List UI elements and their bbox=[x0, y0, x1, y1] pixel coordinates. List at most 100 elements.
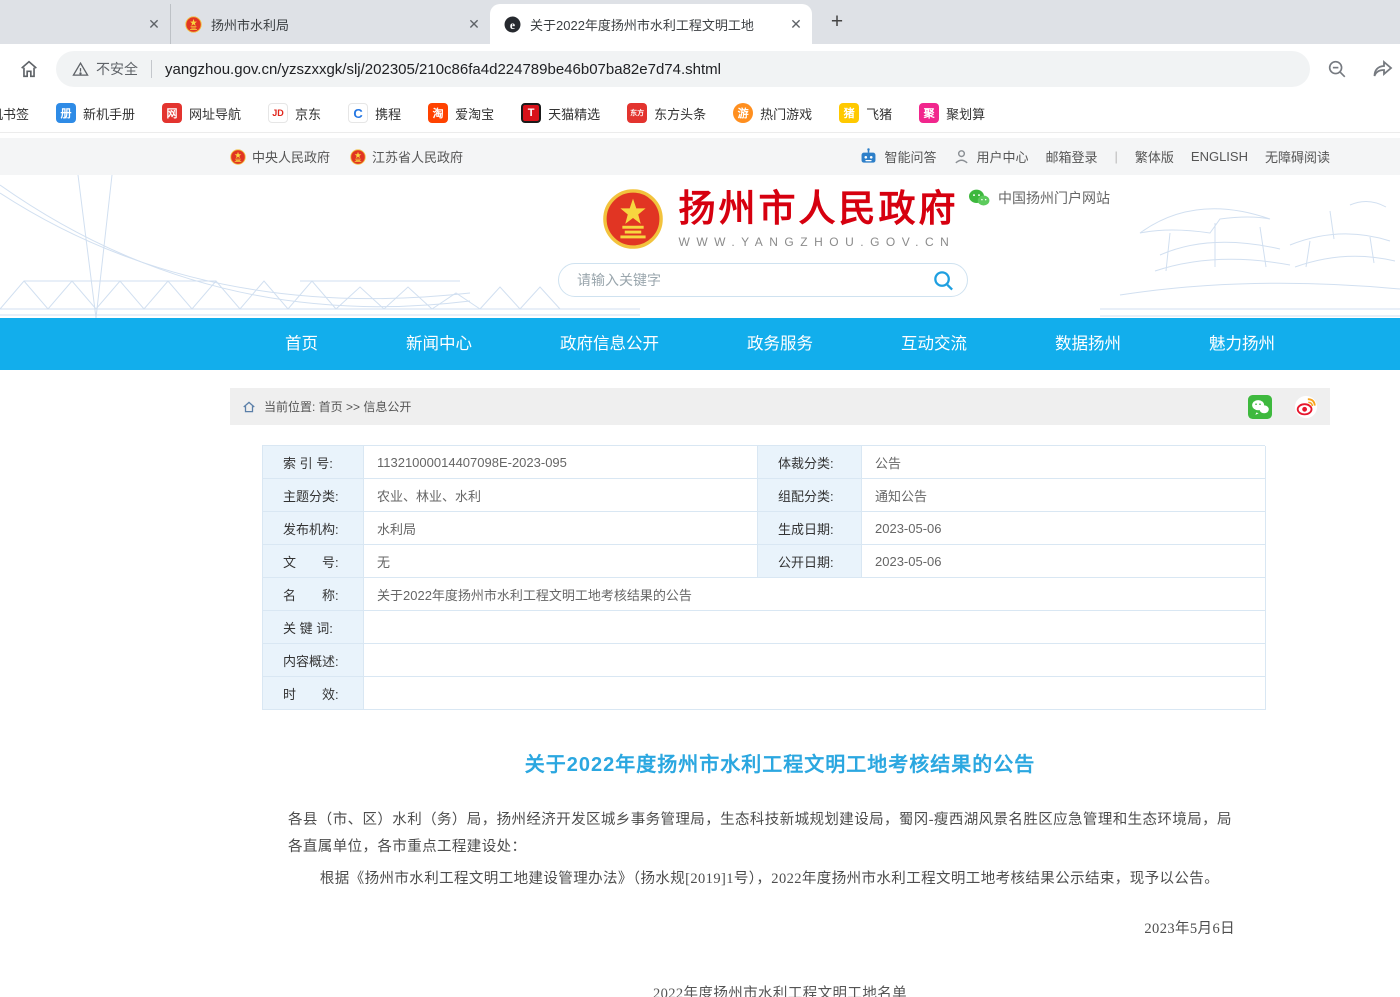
breadcrumb: 当前位置: 首页 >> 信息公开 bbox=[230, 388, 1330, 425]
bookmark-item[interactable]: T 天猫精选 bbox=[521, 103, 600, 123]
bookmark-item[interactable]: 猪 飞猪 bbox=[839, 103, 892, 123]
nav-item-home[interactable]: 首页 bbox=[285, 318, 318, 370]
site-title: 扬州市人民政府 bbox=[679, 189, 959, 230]
weibo-share-icon[interactable] bbox=[1294, 395, 1318, 419]
info-label: 公开日期: bbox=[758, 545, 862, 578]
omnibox-divider bbox=[151, 60, 152, 78]
bookmark-item[interactable]: 游 热门游戏 bbox=[733, 103, 812, 123]
info-label: 体裁分类: bbox=[758, 446, 862, 479]
bookmark-item[interactable]: C 携程 bbox=[348, 103, 401, 123]
zoom-out-icon[interactable] bbox=[1322, 54, 1352, 84]
bookmark-icon: 东方 bbox=[627, 103, 647, 123]
address-bar[interactable]: 不安全 yangzhou.gov.cn/yzszxxgk/slj/202305/… bbox=[56, 51, 1310, 87]
portal-label: 中国扬州门户网站 bbox=[998, 188, 1110, 208]
mail-login-link[interactable]: 邮箱登录 bbox=[1045, 147, 1097, 166]
browser-tab-shuiliju[interactable]: 扬州市水利局 ✕ bbox=[170, 4, 490, 44]
info-value: 通知公告 bbox=[862, 479, 1266, 512]
document-info-table: 索 引 号: 11321000014407098E-2023-095 体裁分类:… bbox=[262, 445, 1265, 710]
nav-item-data[interactable]: 数据扬州 bbox=[1055, 318, 1121, 370]
bookmark-icon: 网 bbox=[162, 103, 182, 123]
bookmark-label: 网址导航 bbox=[189, 104, 241, 123]
info-label: 内容概述: bbox=[263, 644, 364, 677]
english-link[interactable]: ENGLISH bbox=[1191, 149, 1248, 164]
bookmark-item[interactable]: 聚 聚划算 bbox=[919, 103, 985, 123]
gov-tools: 智能问答 用户中心 邮箱登录 | 繁体版 ENGLISH 无障碍阅读 bbox=[859, 147, 1330, 166]
new-tab-button[interactable]: + bbox=[822, 7, 852, 37]
browser-tabstrip: ✕ 扬州市水利局 ✕ 关于2022年度扬州市水利工程文明工地 ✕ + bbox=[0, 0, 1400, 44]
gov-emblem-icon bbox=[350, 149, 366, 165]
bookmark-icon: JD bbox=[268, 103, 288, 123]
info-label: 时 效: bbox=[263, 677, 364, 710]
main-nav: 首页 新闻中心 政府信息公开 政务服务 互动交流 数据扬州 魅力扬州 bbox=[0, 318, 1400, 370]
bookmark-item[interactable]: 淘 爱淘宝 bbox=[428, 103, 494, 123]
info-value: 2023-05-06 bbox=[862, 512, 1266, 545]
article-paragraph: 根据《扬州市水利工程文明工地建设管理办法》（扬水规[2019]1号），2022年… bbox=[288, 866, 1234, 893]
bookmark-item[interactable]: 册 新机手册 bbox=[56, 103, 135, 123]
bookmark-label: 聚划算 bbox=[946, 104, 985, 123]
info-value: 公告 bbox=[862, 446, 1266, 479]
site-url-caption: WWW.YANGZHOU.GOV.CN bbox=[679, 235, 959, 249]
robot-icon bbox=[859, 148, 878, 165]
bookmark-icon: C bbox=[348, 103, 368, 123]
gov-links: 中央人民政府 江苏省人民政府 bbox=[230, 147, 463, 166]
bookmark-label: 新机手册 bbox=[83, 104, 135, 123]
tab-title: 关于2022年度扬州市水利工程文明工地 bbox=[530, 15, 786, 34]
browser-tab-partial[interactable]: ✕ bbox=[0, 4, 170, 44]
security-chip[interactable]: 不安全 bbox=[72, 59, 138, 79]
info-value bbox=[364, 644, 1266, 677]
article-date: 2023年5月6日 bbox=[230, 916, 1235, 943]
article-body: 各县（市、区）水利（务）局，扬州经济开发区城乡事务管理局，生态科技新城规划建设局… bbox=[230, 807, 1330, 997]
smart-qa-link[interactable]: 智能问答 bbox=[859, 147, 936, 166]
accessibility-link[interactable]: 无障碍阅读 bbox=[1265, 147, 1330, 166]
info-value bbox=[364, 611, 1266, 644]
tab-close-icon[interactable]: ✕ bbox=[786, 14, 806, 34]
nav-item-news[interactable]: 新闻中心 bbox=[406, 318, 472, 370]
national-emblem-icon bbox=[602, 188, 664, 250]
bookmark-item[interactable]: 机书签 bbox=[0, 104, 29, 123]
nav-item-info-disclosure[interactable]: 政府信息公开 bbox=[560, 318, 659, 370]
bookmark-label: 机书签 bbox=[0, 104, 29, 123]
home-icon[interactable] bbox=[242, 400, 256, 414]
nav-item-services[interactable]: 政务服务 bbox=[747, 318, 813, 370]
info-value: 11321000014407098E-2023-095 bbox=[364, 446, 758, 479]
nav-item-interaction[interactable]: 互动交流 bbox=[901, 318, 967, 370]
link-central-gov[interactable]: 中央人民政府 bbox=[230, 147, 330, 166]
bookmark-label: 京东 bbox=[295, 104, 321, 123]
share-icon[interactable] bbox=[1368, 54, 1398, 84]
search-input[interactable] bbox=[577, 272, 932, 288]
home-icon[interactable] bbox=[14, 54, 44, 84]
breadcrumb-text[interactable]: 当前位置: 首页 >> 信息公开 bbox=[264, 398, 411, 415]
bookmark-icon: 猪 bbox=[839, 103, 859, 123]
bookmark-label: 爱淘宝 bbox=[455, 104, 494, 123]
wechat-share-icon[interactable] bbox=[1248, 395, 1272, 419]
bookmarks-bar: 机书签 册 新机手册 网 网址导航 JD 京东 C 携程 淘 爱淘宝 T 天猫精… bbox=[0, 94, 1400, 133]
info-label: 名 称: bbox=[263, 578, 364, 611]
wechat-portal-icon bbox=[968, 188, 990, 208]
bookmark-item[interactable]: 网 网址导航 bbox=[162, 103, 241, 123]
browser-tab-active[interactable]: 关于2022年度扬州市水利工程文明工地 ✕ bbox=[490, 4, 812, 44]
gov-emblem-icon bbox=[230, 149, 246, 165]
link-jiangsu-gov[interactable]: 江苏省人民政府 bbox=[350, 147, 463, 166]
toolbar-right-icons bbox=[1322, 54, 1398, 84]
bookmark-label: 热门游戏 bbox=[760, 104, 812, 123]
tab-close-icon[interactable]: ✕ bbox=[144, 14, 164, 34]
article-list-title: 2022年度扬州市水利工程文明工地名单 bbox=[230, 981, 1330, 997]
user-center-link[interactable]: 用户中心 bbox=[953, 147, 1028, 166]
tool-label: 用户中心 bbox=[976, 147, 1028, 166]
traditional-link[interactable]: 繁体版 bbox=[1135, 147, 1174, 166]
bookmark-item[interactable]: 东方 东方头条 bbox=[627, 103, 706, 123]
info-label: 文 号: bbox=[263, 545, 364, 578]
nav-item-charm[interactable]: 魅力扬州 bbox=[1209, 318, 1275, 370]
bookmark-label: 东方头条 bbox=[654, 104, 706, 123]
page-content: 当前位置: 首页 >> 信息公开 索 引 号: 1132100001440709… bbox=[230, 388, 1330, 997]
topbar-divider: | bbox=[1115, 149, 1118, 164]
bookmark-item[interactable]: JD 京东 bbox=[268, 103, 321, 123]
info-label: 生成日期: bbox=[758, 512, 862, 545]
info-value: 农业、林业、水利 bbox=[364, 479, 758, 512]
bookmark-icon: 淘 bbox=[428, 103, 448, 123]
site-logo[interactable]: 扬州市人民政府 WWW.YANGZHOU.GOV.CN bbox=[230, 188, 1330, 250]
info-value: 关于2022年度扬州市水利工程文明工地考核结果的公告 bbox=[364, 578, 1266, 611]
info-label: 主题分类: bbox=[263, 479, 364, 512]
tab-close-icon[interactable]: ✕ bbox=[464, 14, 484, 34]
search-icon[interactable] bbox=[932, 269, 955, 292]
